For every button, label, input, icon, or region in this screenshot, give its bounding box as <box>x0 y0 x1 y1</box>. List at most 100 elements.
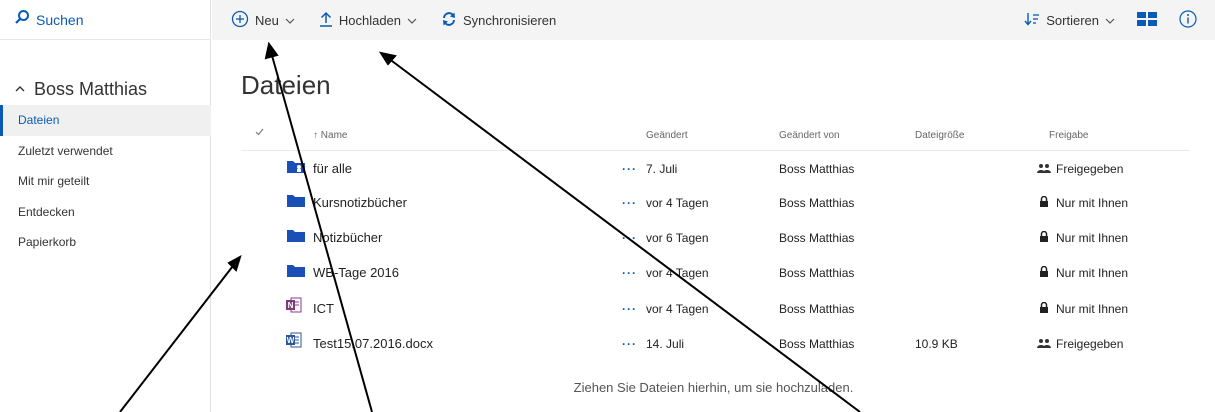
modified-date: vor 4 Tagen <box>646 196 709 210</box>
new-label: Neu <box>255 12 279 28</box>
file-name[interactable]: für alle <box>313 152 352 186</box>
row-menu-icon[interactable]: ··· <box>622 186 637 220</box>
folder-icon <box>287 186 305 220</box>
folder-icon <box>287 221 305 255</box>
file-row[interactable]: Kursnotizbücher ··· vor 4 Tagen Boss Mat… <box>241 186 1189 220</box>
row-menu-icon[interactable]: ··· <box>622 327 637 361</box>
modified-date: 7. Juli <box>646 162 678 176</box>
word-doc-icon: W <box>286 327 302 361</box>
chevron-down-icon <box>1105 13 1115 28</box>
file-row[interactable]: W Test15.07.2016.docx ··· 14. Juli Boss … <box>241 327 1189 361</box>
modified-by: Boss Matthias <box>779 337 855 351</box>
upload-button[interactable]: Hochladen <box>319 11 417 30</box>
file-name[interactable]: Kursnotizbücher <box>313 186 407 220</box>
onenote-icon: N <box>286 292 302 326</box>
plus-circle-icon <box>231 10 249 31</box>
people-icon <box>1037 162 1051 176</box>
column-header-modified-by[interactable]: Geändert von <box>779 130 840 141</box>
column-header-name-label: Name <box>320 130 348 141</box>
sharing-status[interactable]: Nur mit Ihnen <box>1039 292 1128 326</box>
sidebar-item-zuletzt-verwendet[interactable]: Zuletzt verwendet <box>0 136 211 167</box>
sharing-status[interactable]: Freigegeben <box>1037 327 1123 361</box>
sharing-label: Nur mit Ihnen <box>1056 196 1129 210</box>
sidebar-item-label: Mit mir geteilt <box>18 174 90 189</box>
sidebar-nav: Dateien Zuletzt verwendet Mit mir geteil… <box>0 105 211 258</box>
modified-by: Boss Matthias <box>779 196 855 210</box>
column-header-size[interactable]: Dateigröße <box>915 130 964 141</box>
modified-date: 14. Juli <box>646 337 685 351</box>
row-menu-icon[interactable]: ··· <box>622 292 637 326</box>
column-header-modified[interactable]: Geändert <box>646 130 688 141</box>
sharing-status[interactable]: Freigegeben <box>1037 152 1123 186</box>
sort-icon <box>1024 12 1040 29</box>
sharing-label: Freigegeben <box>1056 162 1124 176</box>
file-name[interactable]: Notizbücher <box>313 221 382 255</box>
modified-date: vor 6 Tagen <box>646 231 709 245</box>
chevron-down-icon <box>407 13 417 28</box>
file-row[interactable]: Notizbücher ··· vor 6 Tagen Boss Matthia… <box>241 221 1189 255</box>
sharing-label: Nur mit Ihnen <box>1056 231 1129 245</box>
file-row[interactable]: für alle ··· 7. Juli Boss Matthias Freig… <box>241 152 1189 186</box>
file-row[interactable]: WB-Tage 2016 ··· vor 4 Tagen Boss Matthi… <box>241 256 1189 290</box>
folder-icon <box>287 256 305 290</box>
info-icon[interactable] <box>1179 9 1197 31</box>
sort-button[interactable]: Sortieren <box>1024 12 1115 29</box>
file-name[interactable]: Test15.07.2016.docx <box>313 327 433 361</box>
lock-icon <box>1039 195 1049 210</box>
sidebar-item-label: Entdecken <box>18 204 75 219</box>
row-menu-icon[interactable]: ··· <box>622 256 637 290</box>
file-list-header: ↑ Name Geändert Geändert von Dateigröße … <box>241 120 1189 151</box>
chevron-down-icon <box>285 13 295 28</box>
sidebar-item-mit-mir-geteilt[interactable]: Mit mir geteilt <box>0 166 211 197</box>
sort-label: Sortieren <box>1046 12 1099 28</box>
sidebar-item-dateien[interactable]: Dateien <box>0 105 211 136</box>
upload-label: Hochladen <box>338 12 402 28</box>
sidebar-item-papierkorb[interactable]: Papierkorb <box>0 227 211 258</box>
sharing-status[interactable]: Nur mit Ihnen <box>1039 186 1128 220</box>
shared-folder-icon <box>287 152 305 186</box>
file-name[interactable]: ICT <box>313 292 334 326</box>
page-title: Dateien <box>241 70 331 100</box>
column-header-name[interactable]: ↑ Name <box>313 130 347 141</box>
modified-date: vor 4 Tagen <box>646 266 709 280</box>
drop-zone-hint: Ziehen Sie Dateien hierhin, um sie hochz… <box>573 380 854 395</box>
sharing-status[interactable]: Nur mit Ihnen <box>1039 256 1128 290</box>
modified-by: Boss Matthias <box>779 266 855 280</box>
sharing-label: Freigegeben <box>1056 337 1124 351</box>
sidebar-item-label: Dateien <box>18 113 60 128</box>
sync-button[interactable]: Synchronisieren <box>441 11 556 30</box>
modified-by: Boss Matthias <box>779 231 855 245</box>
lock-icon <box>1039 265 1049 280</box>
sidebar: Suchen Boss Matthias Dateien Zuletzt ver… <box>0 0 211 412</box>
search-icon <box>14 9 30 30</box>
new-button[interactable]: Neu <box>231 10 295 31</box>
svg-text:W: W <box>287 336 295 345</box>
file-name[interactable]: WB-Tage 2016 <box>313 256 399 290</box>
command-bar: Neu Hochladen Synchronisieren Sortieren <box>212 0 1215 40</box>
row-menu-icon[interactable]: ··· <box>622 152 637 186</box>
column-header-sharing[interactable]: Freigabe <box>1049 130 1088 141</box>
modified-date: vor 4 Tagen <box>646 302 709 316</box>
select-all-checkmark-icon[interactable] <box>255 128 264 139</box>
svg-text:N: N <box>288 301 294 310</box>
row-menu-icon[interactable]: ··· <box>622 221 637 255</box>
sharing-status[interactable]: Nur mit Ihnen <box>1039 221 1128 255</box>
sync-label: Synchronisieren <box>463 12 557 28</box>
sharing-label: Nur mit Ihnen <box>1056 302 1129 316</box>
file-size: 10.9 KB <box>915 337 958 351</box>
toolbar-right: Sortieren <box>1024 0 1215 40</box>
sort-arrow-up-icon: ↑ <box>313 130 318 141</box>
search-button[interactable]: Suchen <box>0 0 211 40</box>
sidebar-item-label: Zuletzt verwendet <box>18 143 113 158</box>
view-switch-icon[interactable] <box>1137 11 1157 29</box>
file-row[interactable]: N ICT ··· vor 4 Tagen Boss Matthias Nur … <box>241 292 1189 326</box>
lock-icon <box>1039 230 1049 245</box>
owner-name: Boss Matthias <box>34 79 148 99</box>
modified-by: Boss Matthias <box>779 162 855 176</box>
lock-icon <box>1039 301 1049 316</box>
sidebar-item-entdecken[interactable]: Entdecken <box>0 197 211 228</box>
chevron-up-icon <box>14 81 26 99</box>
owner-toggle[interactable]: Boss Matthias <box>14 79 147 100</box>
upload-icon <box>319 11 333 30</box>
sidebar-item-label: Papierkorb <box>18 235 77 250</box>
